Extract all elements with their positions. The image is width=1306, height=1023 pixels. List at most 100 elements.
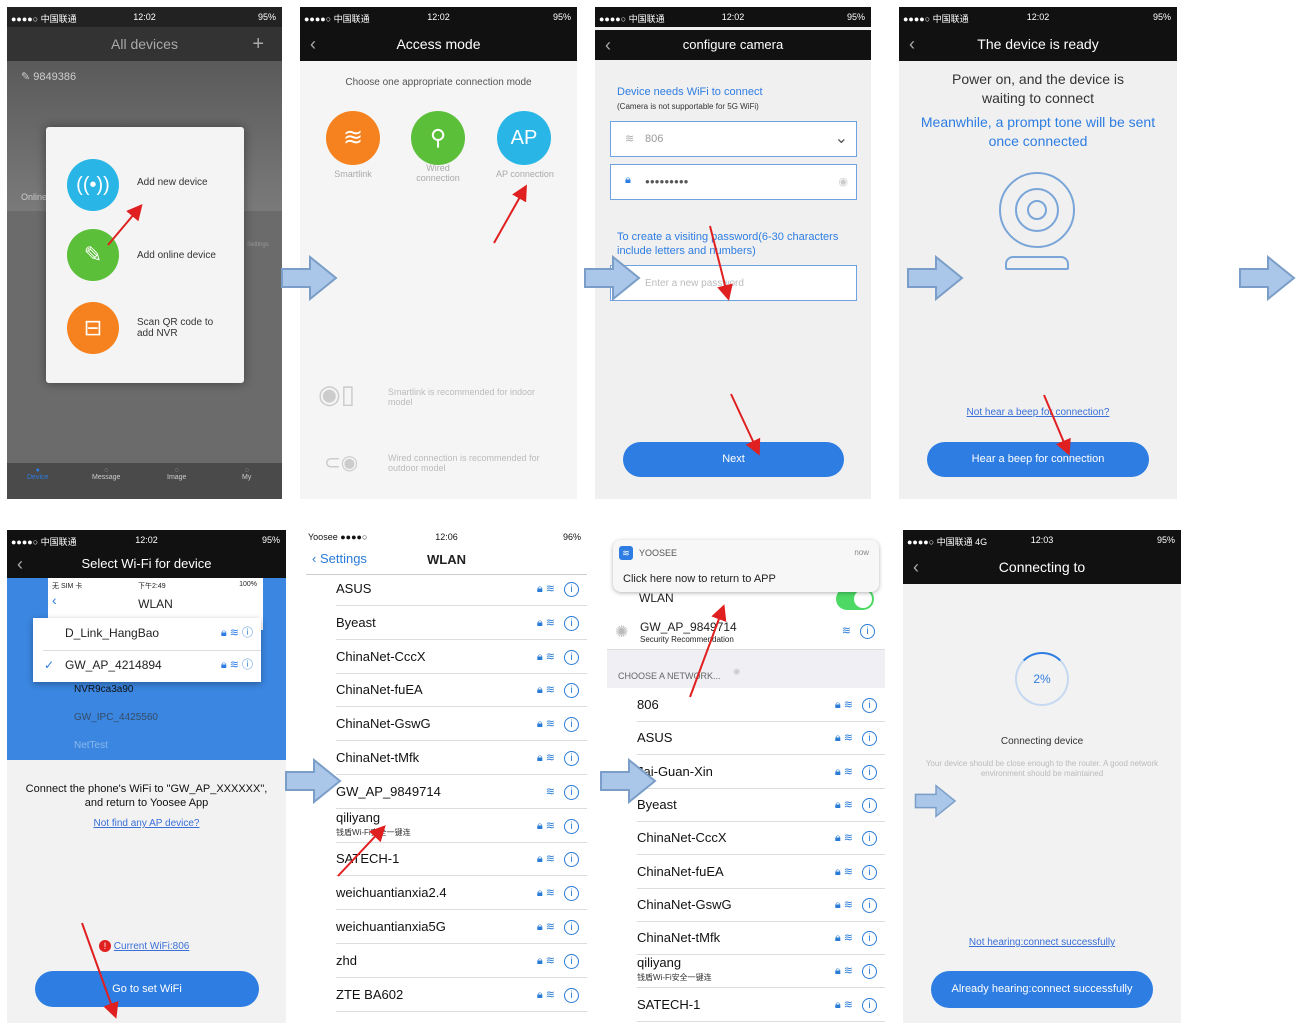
back-icon[interactable]: ‹ [909,27,915,61]
not-find-ap-link[interactable]: Not find any AP device? [7,818,286,829]
status-bar: ●●●●○ 中国联通 4G 12:03 95% [903,530,1181,550]
back-icon[interactable]: ‹ [605,30,611,60]
current-network[interactable]: ✺ GW_AP_9849714 Security Recommendation … [607,616,885,650]
info-icon[interactable]: i [564,784,579,800]
network-row[interactable]: ChinaNet-GswG 🔒︎ ≋ i [336,707,587,742]
mode-wired[interactable]: Wired connection [405,163,471,183]
info-icon[interactable]: i [862,731,877,747]
mode-smartlink[interactable]: Smartlink [315,169,391,179]
back-icon[interactable]: ‹ [310,27,316,61]
info-icon[interactable]: i [564,615,579,631]
notification-banner[interactable]: ≋ YOOSEE now Click here now to return to… [613,540,879,592]
network-row[interactable]: ASUS 🔒︎ ≋ i [637,721,885,756]
info-icon[interactable]: i [564,649,579,665]
settings-label[interactable]: Settings [247,242,269,248]
wired-plug-icon[interactable]: ⚲ [411,111,465,165]
page-title: WLAN [427,552,466,567]
info-icon[interactable]: i [862,831,877,847]
network-row[interactable]: GW_AP_9849714 ≋ i [336,775,587,809]
info-icon[interactable]: i [564,953,579,969]
new-password-input[interactable]: Enter a new password [610,265,857,301]
network-row[interactable]: weichuantianxia5G 🔒︎ ≋ i [336,910,587,944]
info-icon[interactable]: i [862,864,877,880]
back-icon[interactable]: ‹ [913,550,919,584]
smartlink-wifi-icon[interactable]: ≋ [326,111,380,165]
scan-qr-icon[interactable]: ⊟ [67,302,119,354]
battery: 95% [261,535,280,545]
time: 12:02 [427,12,450,22]
eye-icon[interactable]: ◉ [838,175,848,188]
info-icon[interactable]: i [862,797,877,813]
network-row[interactable]: ChinaNet-fuEA 🔒︎ ≋ i [637,855,885,889]
network-row[interactable]: ZTE BA602 🔒︎ ≋ i [336,978,587,1012]
network-row[interactable]: ChinaNet-tMfk 🔒︎ ≋ i [336,741,587,775]
info-icon[interactable]: i [564,818,579,834]
edit-icon[interactable]: ✎ [21,71,33,83]
menu-add-online-device[interactable]: Add online device [137,250,216,261]
network-row[interactable]: 806 🔒︎ ≋ i [637,688,885,722]
info-icon[interactable]: i [564,582,579,597]
menu-scan-qr[interactable]: Scan QR code to add NVR [137,317,232,339]
network-row[interactable]: Byeast 🔒︎ ≋ i [637,788,885,822]
go-set-wifi-button[interactable]: Go to set WiFi [35,971,259,1007]
network-row[interactable]: weichuantianxia2.4 🔒︎ ≋ i [336,876,587,911]
network-icons: ≋ i [842,624,875,639]
hear-beep-button[interactable]: Hear a beep for connection [927,442,1149,477]
network-row[interactable]: Byeast 🔒︎ ≋ i [336,606,587,640]
already-hearing-button[interactable]: Already hearing:connect successfully [931,971,1153,1008]
chevron-down-icon[interactable]: ⌄ [835,128,848,148]
network-row[interactable]: zhd 🔒︎ ≋ i [336,944,587,978]
info-icon[interactable]: i [564,683,579,699]
network-row[interactable]: ChinaNet-CccX 🔒︎ ≋ i [637,821,885,856]
next-button[interactable]: Next [623,442,844,477]
edit-device-icon[interactable]: ✎ [67,229,119,281]
info-icon[interactable]: i [862,764,877,780]
battery: 95% [846,12,865,22]
network-row[interactable]: SATECH-1 🔒︎ ≋ i [336,842,587,877]
back-icon[interactable]: ‹ [17,550,23,578]
network-row[interactable]: ASUS 🔒︎ ≋ i [336,572,587,606]
add-icon[interactable]: + [252,27,264,61]
tab-image[interactable]: ◌ Image [167,467,186,481]
info-icon[interactable]: i [564,751,579,766]
network-row[interactable]: ChinaNet-CccX 🔒︎ ≋ i [336,640,587,674]
info-icon[interactable]: i [564,987,579,1003]
device-id: ✎ 9849386 [21,70,76,83]
network-icons: 🔒︎ ≋ i [537,572,579,606]
network-row[interactable]: qiliyang 钱盾Wi-Fi安全一键连 🔒︎ ≋ i [336,809,587,843]
network-row[interactable]: Jai-Guan-Xin 🔒︎ ≋ i [637,755,885,789]
network-row[interactable]: ChinaNet-GswG 🔒︎ ≋ i [637,888,885,922]
menu-add-new-device[interactable]: Add new device [137,177,208,188]
time: 12:02 [135,535,158,545]
ap-icon[interactable]: AP [497,111,551,165]
nav-bar: All devices + [7,27,282,61]
add-device-icon[interactable]: ((•)) [67,159,119,211]
mode-ap[interactable]: AP connection [485,169,565,179]
info-icon[interactable]: i [862,698,877,713]
info-icon[interactable]: i [564,886,579,902]
tab-message[interactable]: ◌ Message [92,467,120,481]
current-wifi[interactable]: ! Current WiFi:806 [99,940,189,952]
status-bar: ●●●●○ 中国联通 12:02 95% [899,7,1177,27]
network-row[interactable]: SATECH-1 🔒︎ ≋ i [637,988,885,1022]
info-icon[interactable]: i [862,964,877,980]
password-field[interactable]: 🔒︎ ●●●●●●●●● ◉ [610,164,857,200]
network-row: NetTest [74,740,108,751]
info-icon[interactable]: i [862,931,877,947]
network-row[interactable]: ChinaNet-tMfk 🔒︎ ≋ i [637,921,885,956]
network-row[interactable]: ChinaNet-fuEA 🔒︎ ≋ i [336,673,587,708]
wifi-select[interactable]: ≋ 806 ⌄ [610,121,857,157]
tab-my[interactable]: ◌ My [242,467,251,481]
info-icon[interactable]: i [862,997,877,1013]
network-row[interactable]: qiliyang 钱盾Wi-Fi安全一键连 🔒︎ ≋ i [637,954,885,989]
info-icon[interactable]: i [564,920,579,935]
not-hearing-link[interactable]: Not hearing:connect successfully [903,937,1181,948]
network-name: GW_AP_9849714 [336,783,441,799]
info-icon[interactable]: i [564,717,579,733]
status-bar: ●●●●○ 中国联通 12:02 95% [7,530,286,550]
no-beep-link[interactable]: Not hear a beep for connection? [899,407,1177,418]
connecting-hint: Your device should be close enough to th… [925,759,1159,778]
tab-device[interactable]: ● Device [27,467,48,481]
info-icon[interactable]: i [862,897,877,913]
info-icon[interactable]: i [564,852,579,868]
